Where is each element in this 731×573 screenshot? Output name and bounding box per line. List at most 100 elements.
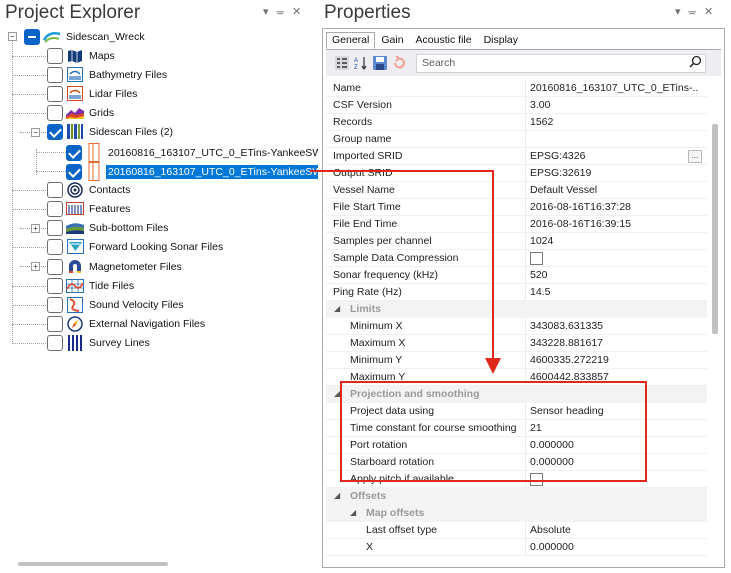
bathymetry-checkbox[interactable] [47,66,63,83]
pin-icon[interactable]: ᚚ [277,6,293,18]
sonar-icon [66,239,84,255]
close-icon[interactable]: ✕ [704,6,721,18]
collapse-arrow-icon[interactable]: ◢ [334,304,340,313]
expand-magnetometer-expander[interactable]: + [31,262,40,271]
subbottom-icon [66,220,84,236]
properties-window-controls[interactable]: ▾ᚚ✕ [675,5,721,18]
grid-icon [66,105,84,121]
tree-item-maps[interactable]: Maps [47,46,117,65]
tree-item-contacts[interactable]: Contacts [47,180,132,199]
grids-checkbox[interactable] [47,104,63,121]
sidescan-file-1-checkbox[interactable] [66,144,82,161]
property-value[interactable]: 0.000000 [530,541,698,553]
property-row-minimum-x[interactable]: Minimum X 343083.631335 [326,318,707,335]
tree-item-sidescan[interactable]: Sidescan Files (2) [47,122,175,141]
vertical-scrollbar[interactable] [709,80,722,566]
subbottom-checkbox[interactable] [47,219,63,236]
tree-item-project[interactable]: Sidescan_Wreck [24,27,147,46]
property-name: CSF Version [333,99,392,111]
expand-subbottom-expander[interactable]: + [31,224,40,233]
explorer-window-controls[interactable]: ▾ᚚ✕ [263,5,309,18]
dropdown-icon[interactable]: ▾ [675,6,689,18]
collapse-project-expander[interactable]: − [8,32,17,41]
sidescan-checkbox[interactable] [47,123,63,140]
tide-checkbox[interactable] [47,277,63,294]
tree-item-subbottom[interactable]: Sub-bottom Files [47,218,170,237]
external-nav-checkbox[interactable] [47,315,63,332]
save-button[interactable] [372,55,388,71]
search-input[interactable]: Search [416,53,706,73]
dropdown-icon[interactable]: ▾ [263,6,277,18]
tree-item-lidar[interactable]: Lidar Files [47,84,139,103]
property-row-name[interactable]: Name 20160816_163107_UTC_0_ETins-... [326,80,707,97]
sidescan-file-2-checkbox[interactable] [66,163,82,180]
property-row-maximum-x[interactable]: Maximum X 343228.881617 [326,335,707,352]
search-icon[interactable] [689,55,702,71]
survey-lines-icon [66,334,84,351]
tree-item-magnetometer[interactable]: Magnetometer Files [47,257,184,276]
property-row-offset-x[interactable]: X 0.000000 [326,539,707,556]
property-row-imported-srid[interactable]: Imported SRID EPSG:4326... [326,148,707,165]
tree-item-grids[interactable]: Grids [47,103,116,122]
property-name: Imported SRID [333,150,403,162]
collapse-arrow-icon[interactable]: ◢ [334,491,340,500]
horizontal-scrollbar[interactable] [18,562,168,566]
lidar-checkbox[interactable] [47,85,63,102]
property-row-minimum-y[interactable]: Minimum Y 4600335.272219 [326,352,707,369]
property-row-file-end-time[interactable]: File End Time 2016-08-16T16:39:15 [326,216,707,233]
tree-item-sidescan-file-1[interactable]: 20160816_163107_UTC_0_ETins-YankeeSW_ [66,143,330,162]
categorized-view-button[interactable] [334,55,350,71]
magnetometer-checkbox[interactable] [47,258,63,275]
maps-checkbox[interactable] [47,47,63,64]
tab-acoustic-file[interactable]: Acoustic file [410,32,478,49]
close-icon[interactable]: ✕ [292,6,309,18]
tab-display[interactable]: Display [478,32,524,49]
properties-tabs: General Gain Acoustic file Display [326,32,524,49]
project-checkbox[interactable] [24,28,40,45]
sound-velocity-checkbox[interactable] [47,296,63,313]
tab-gain[interactable]: Gain [375,32,409,49]
tree-item-sidescan-file-2[interactable]: 20160816_163107_UTC_0_ETins-YankeeSW_ [66,162,331,181]
property-row-sample-data-compression[interactable]: Sample Data Compression [326,250,707,267]
tree-item-external-nav[interactable]: External Navigation Files [47,314,207,333]
property-row-vessel-name[interactable]: Vessel Name Default Vessel [326,182,707,199]
save-icon [373,56,387,70]
sample-compression-checkbox[interactable] [530,252,543,265]
property-name: Sonar frequency (kHz) [333,269,439,281]
property-row-samples-per-channel[interactable]: Samples per channel 1024 [326,233,707,250]
browse-srid-button[interactable]: ... [688,150,702,163]
property-value: Default Vessel [530,184,598,196]
property-name: Group name [333,133,392,145]
tree-item-survey-lines[interactable]: Survey Lines [47,333,152,352]
contacts-checkbox[interactable] [47,181,63,198]
property-value[interactable]: Absolute [530,524,698,536]
alphabetical-sort-button[interactable]: AZ [353,55,369,71]
property-name: Ping Rate (Hz) [333,286,402,298]
property-row-file-start-time[interactable]: File Start Time 2016-08-16T16:37:28 [326,199,707,216]
tree-item-bathymetry[interactable]: Bathymetry Files [47,65,169,84]
collapse-arrow-icon[interactable]: ◢ [350,508,356,517]
features-checkbox[interactable] [47,200,63,217]
sort-az-icon: AZ [354,57,367,70]
undo-button[interactable] [391,55,407,71]
tab-general[interactable]: General [326,32,376,49]
collapse-sidescan-expander[interactable]: − [31,128,40,137]
scrollbar-thumb[interactable] [712,124,718,334]
property-row-csf-version[interactable]: CSF Version 3.00 [326,97,707,114]
category-offsets[interactable]: ◢ Offsets [326,488,707,505]
property-row-group-name[interactable]: Group name [326,131,707,148]
tree-item-sound-velocity[interactable]: Sound Velocity Files [47,295,186,314]
property-row-output-srid[interactable]: Output SRID EPSG:32619 [326,165,707,182]
property-row-last-offset-type[interactable]: Last offset type Absolute [326,522,707,539]
forward-sonar-checkbox[interactable] [47,238,63,255]
property-row-sonar-frequency[interactable]: Sonar frequency (kHz) 520 [326,267,707,284]
tree-item-forward-sonar[interactable]: Forward Looking Sonar Files [47,237,225,256]
tree-item-features[interactable]: Features [47,199,132,218]
tree-item-tide[interactable]: Tide Files [47,276,136,295]
category-limits[interactable]: ◢ Limits [326,301,707,318]
property-row-records[interactable]: Records 1562 [326,114,707,131]
category-map-offsets[interactable]: ◢ Map offsets [326,505,707,522]
pin-icon[interactable]: ᚚ [689,6,705,18]
survey-lines-checkbox[interactable] [47,334,63,351]
property-row-ping-rate[interactable]: Ping Rate (Hz) 14.5 [326,284,707,301]
